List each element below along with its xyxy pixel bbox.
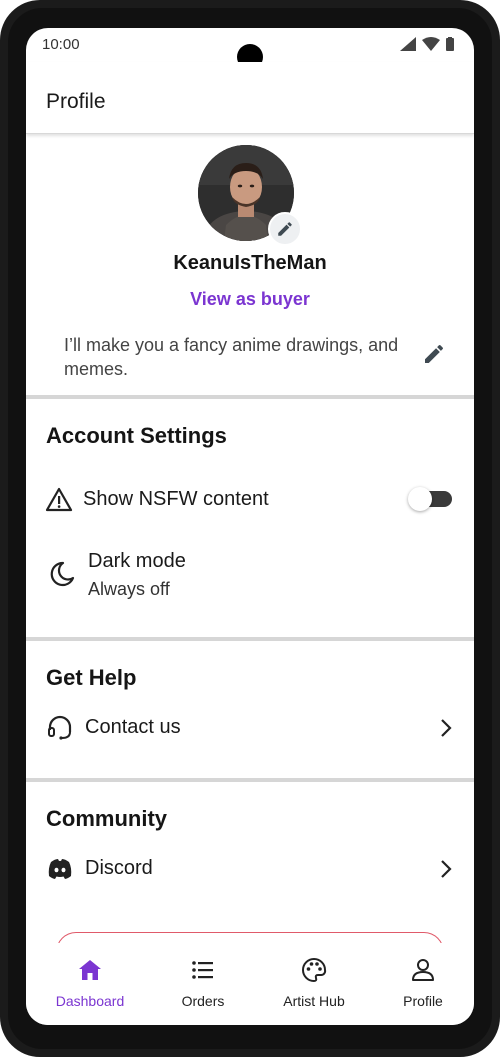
divider — [26, 395, 474, 399]
divider — [26, 637, 474, 641]
battery-icon — [446, 37, 454, 51]
phone-frame: 10:00 Profile KeanuIsTheMan View as buye… — [0, 0, 500, 1057]
list-icon — [192, 961, 213, 979]
nav-artist-hub[interactable]: Artist Hub — [258, 943, 370, 1025]
community-title: Community — [46, 806, 167, 831]
wifi-icon — [422, 37, 440, 51]
signal-icon — [400, 37, 416, 51]
discord-label: Discord — [85, 857, 153, 879]
divider — [26, 778, 474, 782]
warning-icon — [45, 487, 73, 512]
toggle-knob — [408, 487, 432, 511]
chevron-right-icon — [441, 719, 452, 737]
nav-profile[interactable]: Profile — [367, 943, 474, 1025]
headset-icon — [48, 715, 72, 740]
dark-mode-label[interactable]: Dark mode — [88, 550, 186, 573]
discord-icon — [48, 859, 72, 879]
edit-avatar-button[interactable] — [268, 212, 302, 246]
home-icon — [79, 960, 101, 980]
nav-label-profile: Profile — [403, 993, 443, 1009]
contact-us-row[interactable]: Contact us — [26, 708, 474, 748]
bio-text: I’ll make you a fancy anime drawings, an… — [64, 335, 399, 379]
dark-mode-value: Always off — [88, 579, 170, 599]
nav-label-artist-hub: Artist Hub — [283, 993, 345, 1009]
pencil-icon — [278, 222, 292, 236]
nsfw-label: Show NSFW content — [83, 488, 269, 510]
status-time: 10:00 — [42, 36, 80, 53]
moon-icon — [50, 561, 75, 587]
contact-us-label: Contact us — [85, 716, 181, 738]
nav-dashboard[interactable]: Dashboard — [34, 943, 146, 1025]
bottom-nav: Dashboard Orders Artist Hub Profile — [26, 943, 474, 1025]
status-icons — [400, 37, 454, 51]
app-header: Profile — [26, 62, 474, 134]
palette-icon — [302, 957, 327, 983]
account-settings-title: Account Settings — [46, 423, 227, 448]
username: KeanuIsTheMan — [173, 252, 327, 274]
view-as-buyer-link[interactable]: View as buyer — [26, 289, 474, 310]
nsfw-toggle[interactable] — [408, 487, 452, 511]
nav-label-orders: Orders — [181, 993, 225, 1009]
get-help-title: Get Help — [46, 665, 137, 690]
nav-orders[interactable]: Orders — [147, 943, 259, 1025]
discord-row[interactable]: Discord — [26, 849, 474, 889]
nav-label-dashboard: Dashboard — [55, 993, 125, 1009]
page-title: Profile — [46, 90, 106, 113]
person-icon — [412, 959, 434, 981]
screen: 10:00 Profile KeanuIsTheMan View as buye… — [26, 28, 474, 1025]
edit-bio-icon[interactable] — [422, 342, 446, 366]
chevron-right-icon — [441, 860, 452, 878]
